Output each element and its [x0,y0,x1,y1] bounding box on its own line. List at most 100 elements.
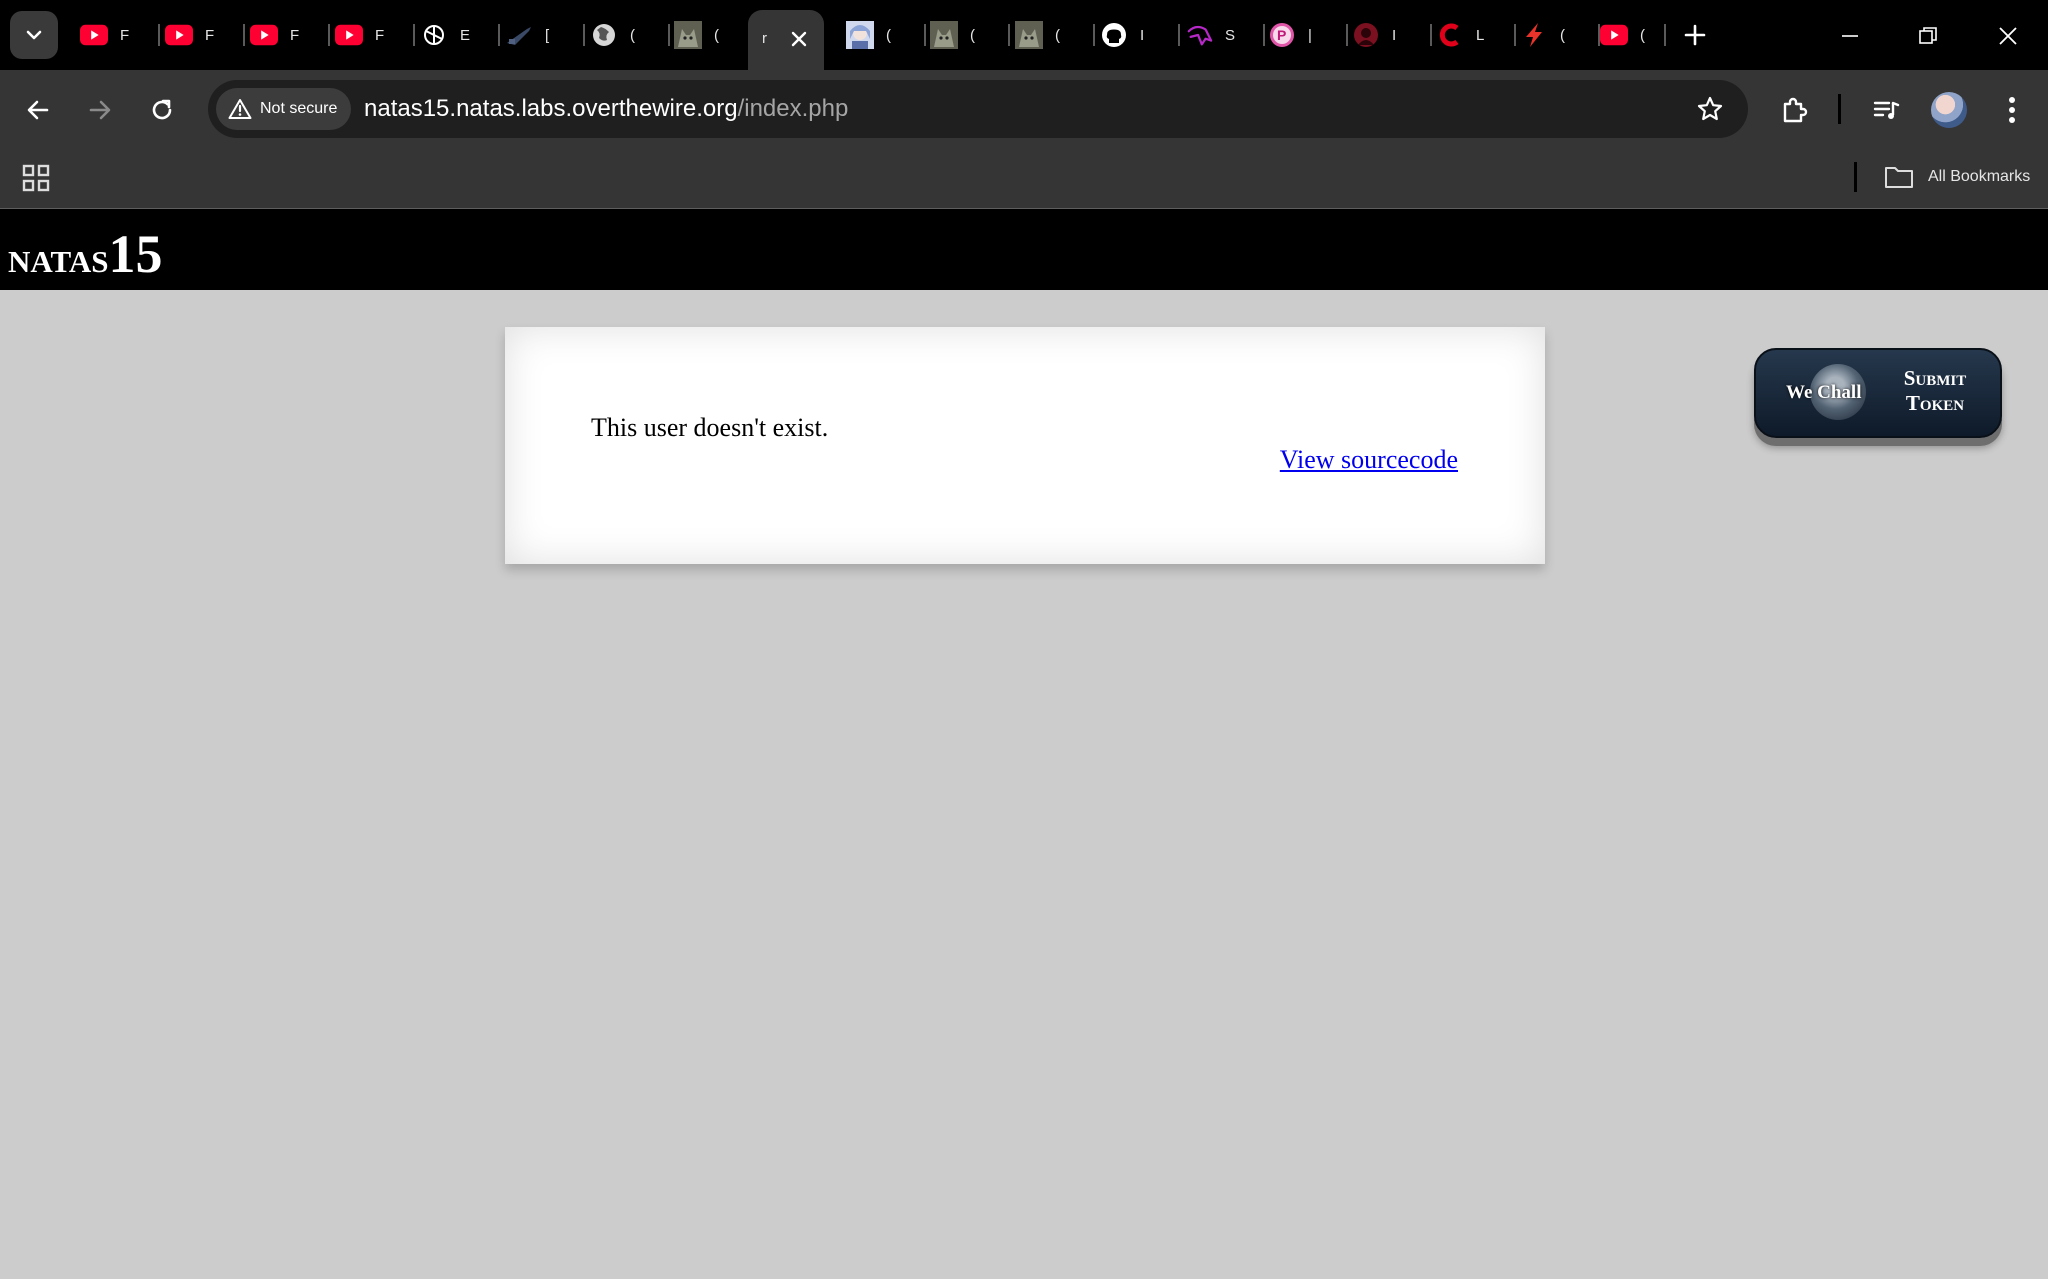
svg-text:P: P [1277,27,1286,43]
submit-label: Submit [1903,366,1967,390]
tab-separator [1178,24,1180,46]
tab-separator [1263,24,1265,46]
extensions-button[interactable] [1772,88,1816,132]
restore-icon [1919,27,1937,44]
tab-item[interactable]: [ [505,14,555,56]
url-path: /index.php [737,95,849,122]
tab-separator [413,24,415,46]
tab-item[interactable]: ( [930,14,980,56]
tab-title: ( [886,26,891,44]
youtube-icon [80,21,108,49]
tab-title: ( [970,26,975,44]
arrow-left-icon [27,100,49,120]
content-panel: This user doesn't exist. View sourcecode [505,327,1545,564]
submit-token-label: Submit Token [1880,366,1990,416]
tab-separator [1346,24,1348,46]
new-tab-button[interactable] [1680,20,1710,50]
tab-item[interactable]: ( [1015,14,1065,56]
tab-title: S [1225,26,1235,44]
tab-separator [1093,24,1095,46]
security-chip[interactable]: Not secure [216,88,352,130]
tab-item[interactable]: ( [1600,14,1650,56]
bookmark-star-button[interactable] [1694,93,1726,125]
sword-icon [505,21,533,49]
tab-title: L [1476,26,1485,44]
tab-separator [243,24,245,46]
chevron-down-icon [26,30,42,40]
more-vertical-icon [2009,97,2015,123]
tab-title: ( [630,26,635,44]
back-button[interactable] [16,88,60,132]
tab-item[interactable]: F [250,14,300,56]
reload-button[interactable] [140,88,184,132]
view-source-link[interactable]: View sourcecode [1280,445,1458,475]
star-icon [1697,96,1723,121]
playlist-icon [1873,101,1900,119]
wechall-submit-token-button[interactable]: We Chall Submit Token [1754,348,2002,438]
browser-toolbar: Not secure natas15.natas.labs.overthewir… [0,70,2048,150]
all-bookmarks-label: All Bookmarks [1928,168,2031,185]
restore-button[interactable] [1910,18,1946,54]
unicorn-icon [1185,21,1213,49]
tab-title: ( [1640,26,1645,44]
media-control-button[interactable] [1864,88,1908,132]
github-icon [1100,21,1128,49]
cat-icon [1015,21,1043,49]
tab-item[interactable]: P | [1268,14,1318,56]
menu-button[interactable] [1990,88,2034,132]
anime-avatar-icon [846,21,874,49]
token-label: Token [1905,391,1965,415]
tab-separator [498,24,500,46]
tab-separator [1514,24,1516,46]
tab-search-button[interactable] [10,11,58,59]
tab-separator [328,24,330,46]
openai-icon [420,21,448,49]
tab-item[interactable]: S [1185,14,1235,56]
cat-icon [930,21,958,49]
close-icon [1999,27,2017,45]
tab-item[interactable]: ( [846,14,896,56]
tab-item[interactable]: E [420,14,470,56]
bookmarks-separator [1854,162,1857,192]
tab-item[interactable]: ( [1520,14,1570,56]
cat-icon [674,21,702,49]
tab-item[interactable]: ( [674,14,724,56]
tab-item[interactable]: L [1436,14,1486,56]
tab-title: F [290,26,300,44]
tab-separator [158,24,160,46]
tab-title: ( [714,26,719,44]
forward-button[interactable] [78,88,122,132]
tab-separator [1430,24,1432,46]
tab-separator [924,24,926,46]
tab-separator [1008,24,1010,46]
all-bookmarks-button[interactable]: All Bookmarks [1884,160,2030,194]
close-window-button[interactable] [1990,18,2026,54]
puzzle-icon [1783,97,1808,123]
tab-item[interactable]: I [1352,14,1402,56]
bookmarks-bar: All Bookmarks [0,150,2048,209]
wechall-logo-text: We Chall [1786,382,1862,403]
tab-separator [583,24,585,46]
tab-active[interactable]: r [748,10,824,70]
c-logo-icon [1436,21,1464,49]
tab-title: [ [545,26,550,44]
bolt-icon [1520,21,1548,49]
profile-button[interactable] [1927,88,1971,132]
url-text[interactable]: natas15.natas.labs.overthewire.org/index… [364,80,848,138]
tab-title: E [460,26,470,44]
page-title: natas15 [8,223,162,285]
tab-item[interactable]: F [80,14,130,56]
plus-icon [1684,24,1706,46]
tab-title: F [375,26,385,44]
address-bar[interactable]: Not secure natas15.natas.labs.overthewir… [208,80,1748,138]
tab-title: | [1308,26,1312,44]
tab-item[interactable]: F [335,14,385,56]
tab-item[interactable]: I [1100,14,1150,56]
close-tab-icon[interactable] [784,24,814,54]
youtube-icon [250,21,278,49]
apps-grid-icon[interactable] [20,162,52,194]
tab-item[interactable]: F [165,14,215,56]
tab-item[interactable]: ( [590,14,640,56]
globe-icon [590,21,618,49]
minimize-button[interactable] [1832,18,1868,54]
